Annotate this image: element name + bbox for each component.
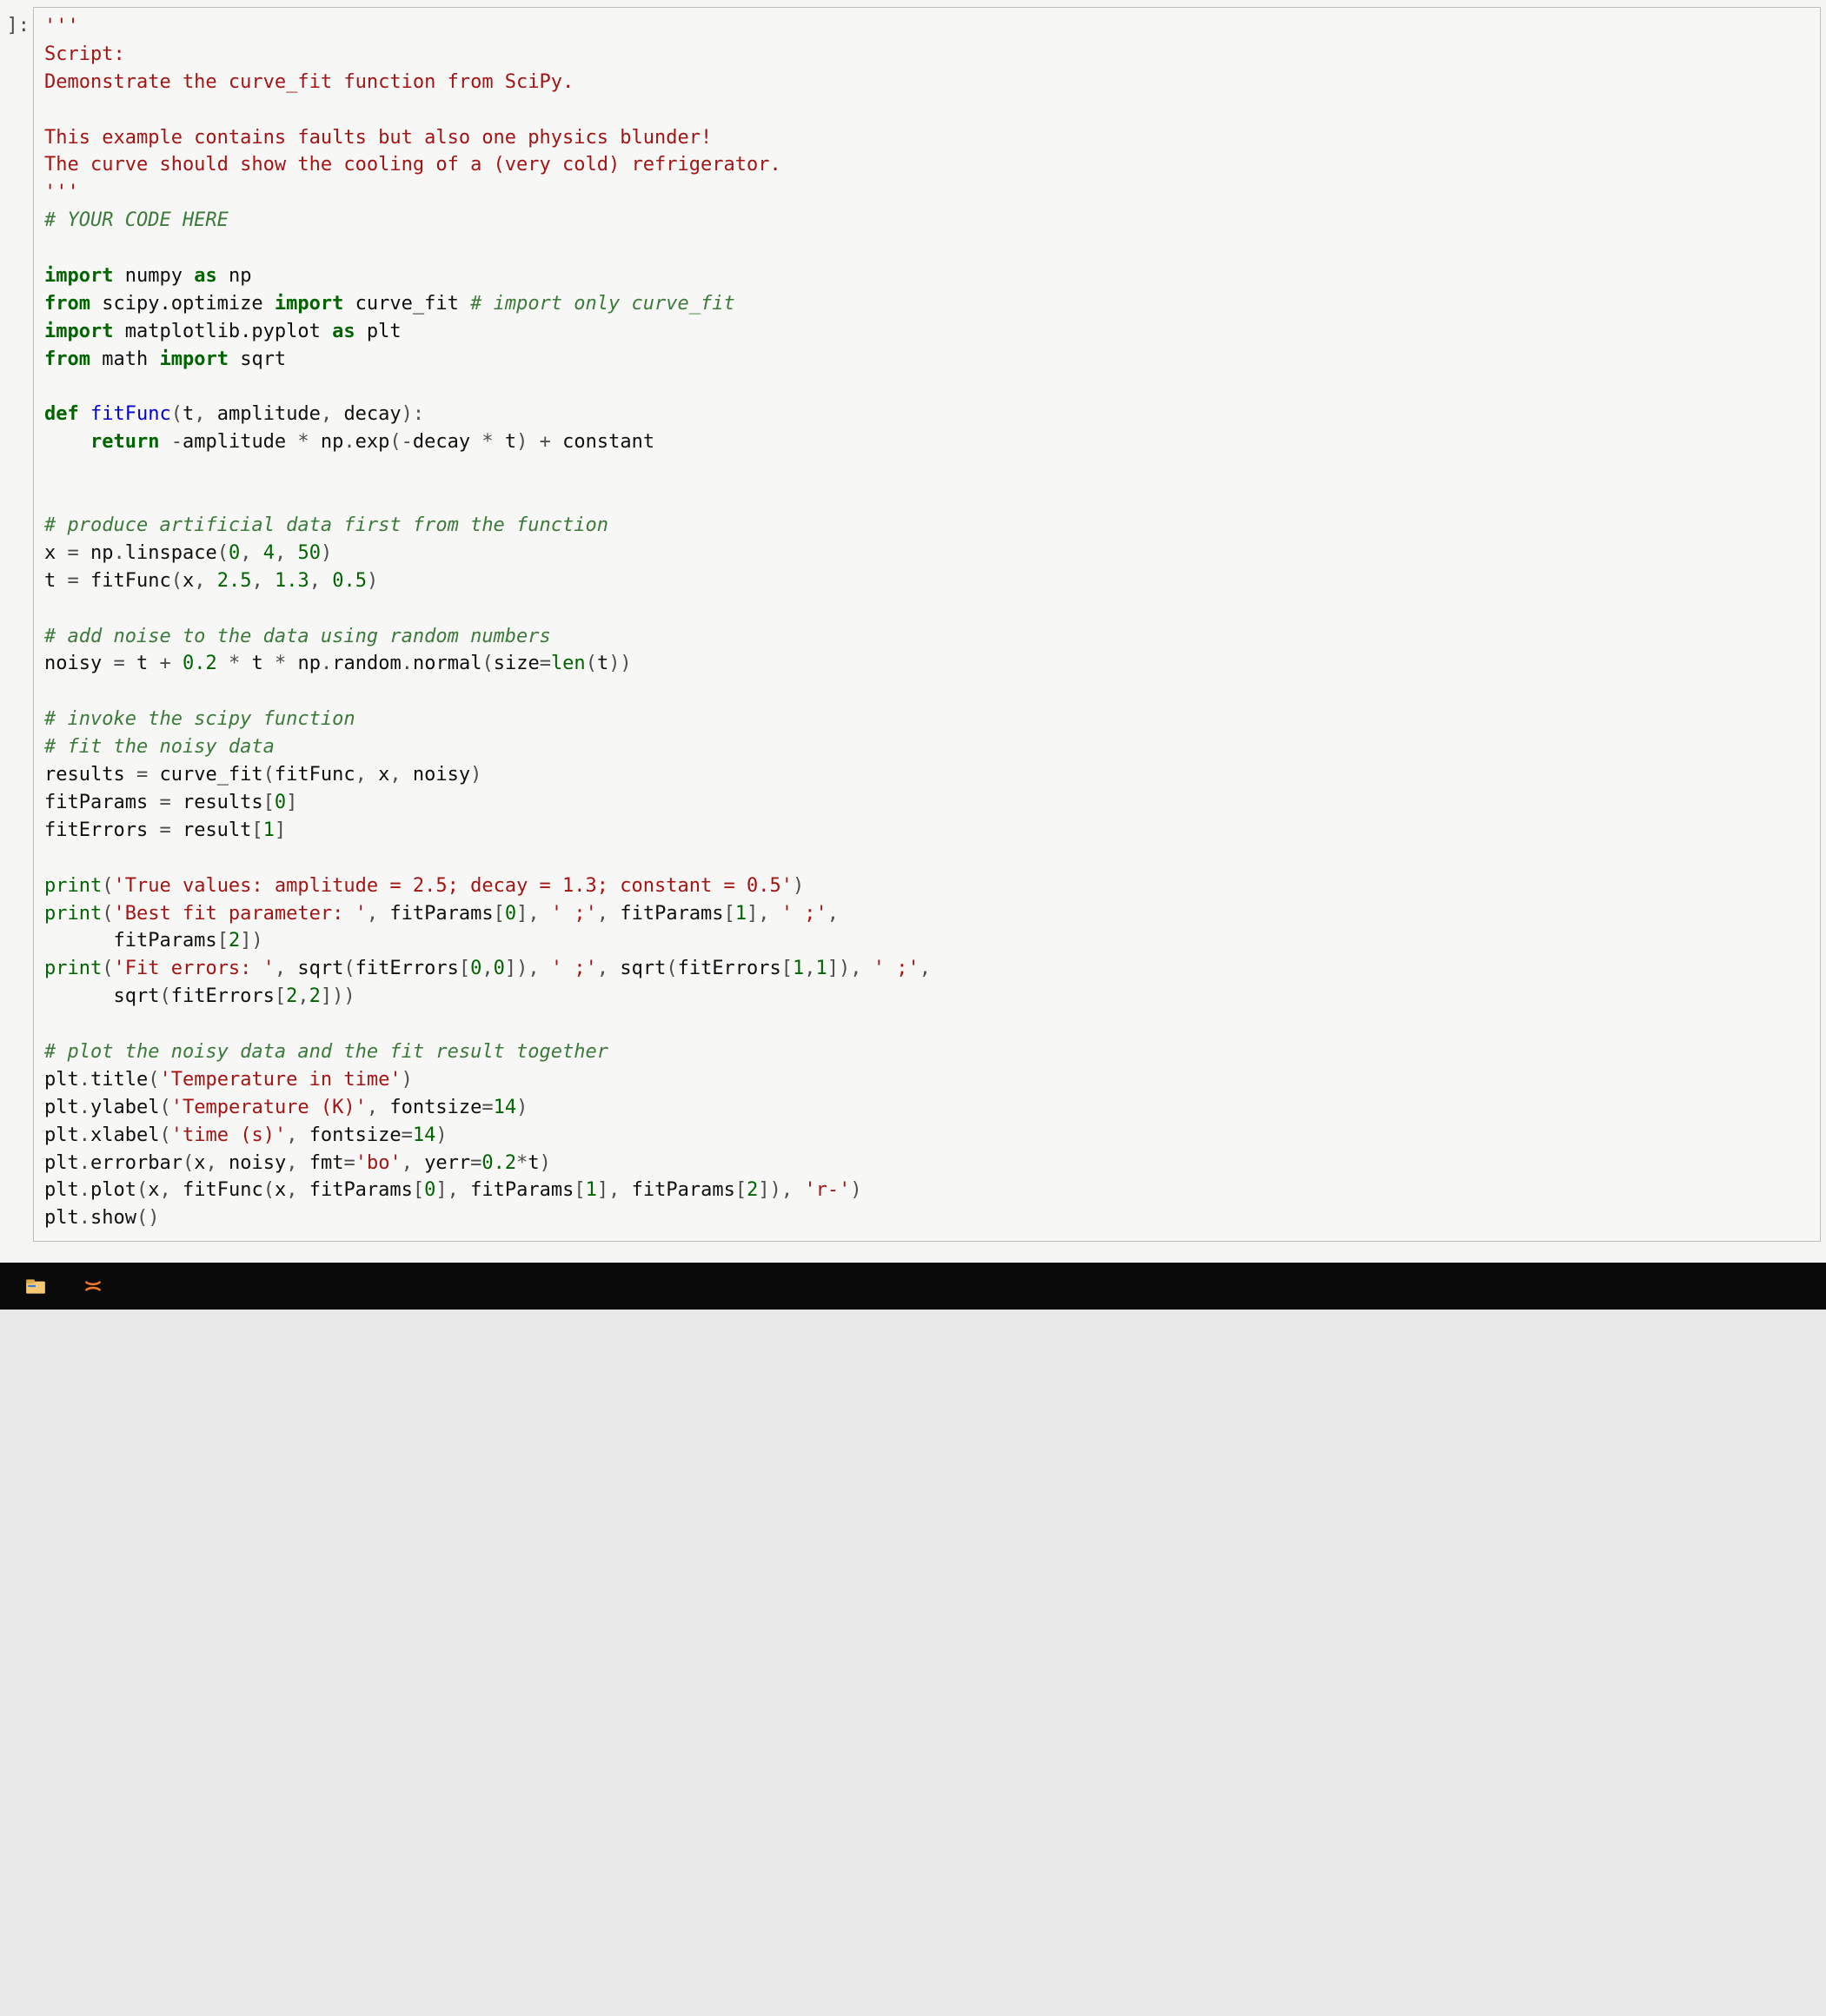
- code-line: from scipy.optimize import curve_fit # i…: [44, 290, 1809, 318]
- code-line: [44, 96, 1809, 124]
- code-line: plt.plot(x, fitFunc(x, fitParams[0], fit…: [44, 1177, 1809, 1204]
- code-line: [44, 1011, 1809, 1038]
- code-line: [44, 484, 1809, 512]
- code-line: def fitFunc(t, amplitude, decay):: [44, 401, 1809, 428]
- code-line: x = np.linspace(0, 4, 50): [44, 540, 1809, 567]
- file-explorer-icon[interactable]: [24, 1275, 47, 1297]
- code-line: sqrt(fitErrors[2,2])): [44, 983, 1809, 1011]
- code-line: plt.errorbar(x, noisy, fmt='bo', yerr=0.…: [44, 1150, 1809, 1177]
- code-line: plt.show(): [44, 1204, 1809, 1232]
- code-line: noisy = t + 0.2 * t * np.random.normal(s…: [44, 650, 1809, 678]
- notebook-input-cell: ]: '''Script:Demonstrate the curve_fit f…: [0, 0, 1826, 1263]
- code-line: print('True values: amplitude = 2.5; dec…: [44, 872, 1809, 900]
- taskbar: [0, 1263, 1826, 1310]
- code-line: Demonstrate the curve_fit function from …: [44, 69, 1809, 96]
- code-line: plt.title('Temperature in time'): [44, 1066, 1809, 1094]
- code-line: Script:: [44, 41, 1809, 69]
- code-line: [44, 235, 1809, 262]
- code-line: fitErrors = result[1]: [44, 817, 1809, 845]
- code-line: import matplotlib.pyplot as plt: [44, 318, 1809, 346]
- code-line: [44, 595, 1809, 623]
- code-line: # invoke the scipy function: [44, 706, 1809, 733]
- code-line: return -amplitude * np.exp(-decay * t) +…: [44, 428, 1809, 456]
- code-line: [44, 845, 1809, 872]
- jupyter-icon[interactable]: [82, 1275, 104, 1297]
- code-line: [44, 678, 1809, 706]
- code-line: fitParams[2]): [44, 927, 1809, 955]
- code-line: plt.xlabel('time (s)', fontsize=14): [44, 1122, 1809, 1150]
- code-line: t = fitFunc(x, 2.5, 1.3, 0.5): [44, 567, 1809, 595]
- code-line: # produce artificial data first from the…: [44, 512, 1809, 540]
- code-line: print('Best fit parameter: ', fitParams[…: [44, 900, 1809, 928]
- code-editor[interactable]: '''Script:Demonstrate the curve_fit func…: [33, 7, 1821, 1242]
- code-line: ''': [44, 13, 1809, 41]
- code-line: import numpy as np: [44, 262, 1809, 290]
- code-line: [44, 456, 1809, 484]
- code-line: fitParams = results[0]: [44, 789, 1809, 817]
- code-line: # fit the noisy data: [44, 733, 1809, 761]
- cell-prompt: ]:: [0, 7, 30, 40]
- code-line: The curve should show the cooling of a (…: [44, 151, 1809, 179]
- code-line: ''': [44, 179, 1809, 207]
- code-line: # YOUR CODE HERE: [44, 207, 1809, 235]
- code-line: # plot the noisy data and the fit result…: [44, 1038, 1809, 1066]
- code-line: [44, 374, 1809, 401]
- code-line: plt.ylabel('Temperature (K)', fontsize=1…: [44, 1094, 1809, 1122]
- code-line: # add noise to the data using random num…: [44, 623, 1809, 651]
- code-line: from math import sqrt: [44, 346, 1809, 374]
- code-line: results = curve_fit(fitFunc, x, noisy): [44, 761, 1809, 789]
- code-line: This example contains faults but also on…: [44, 124, 1809, 152]
- code-line: print('Fit errors: ', sqrt(fitErrors[0,0…: [44, 955, 1809, 983]
